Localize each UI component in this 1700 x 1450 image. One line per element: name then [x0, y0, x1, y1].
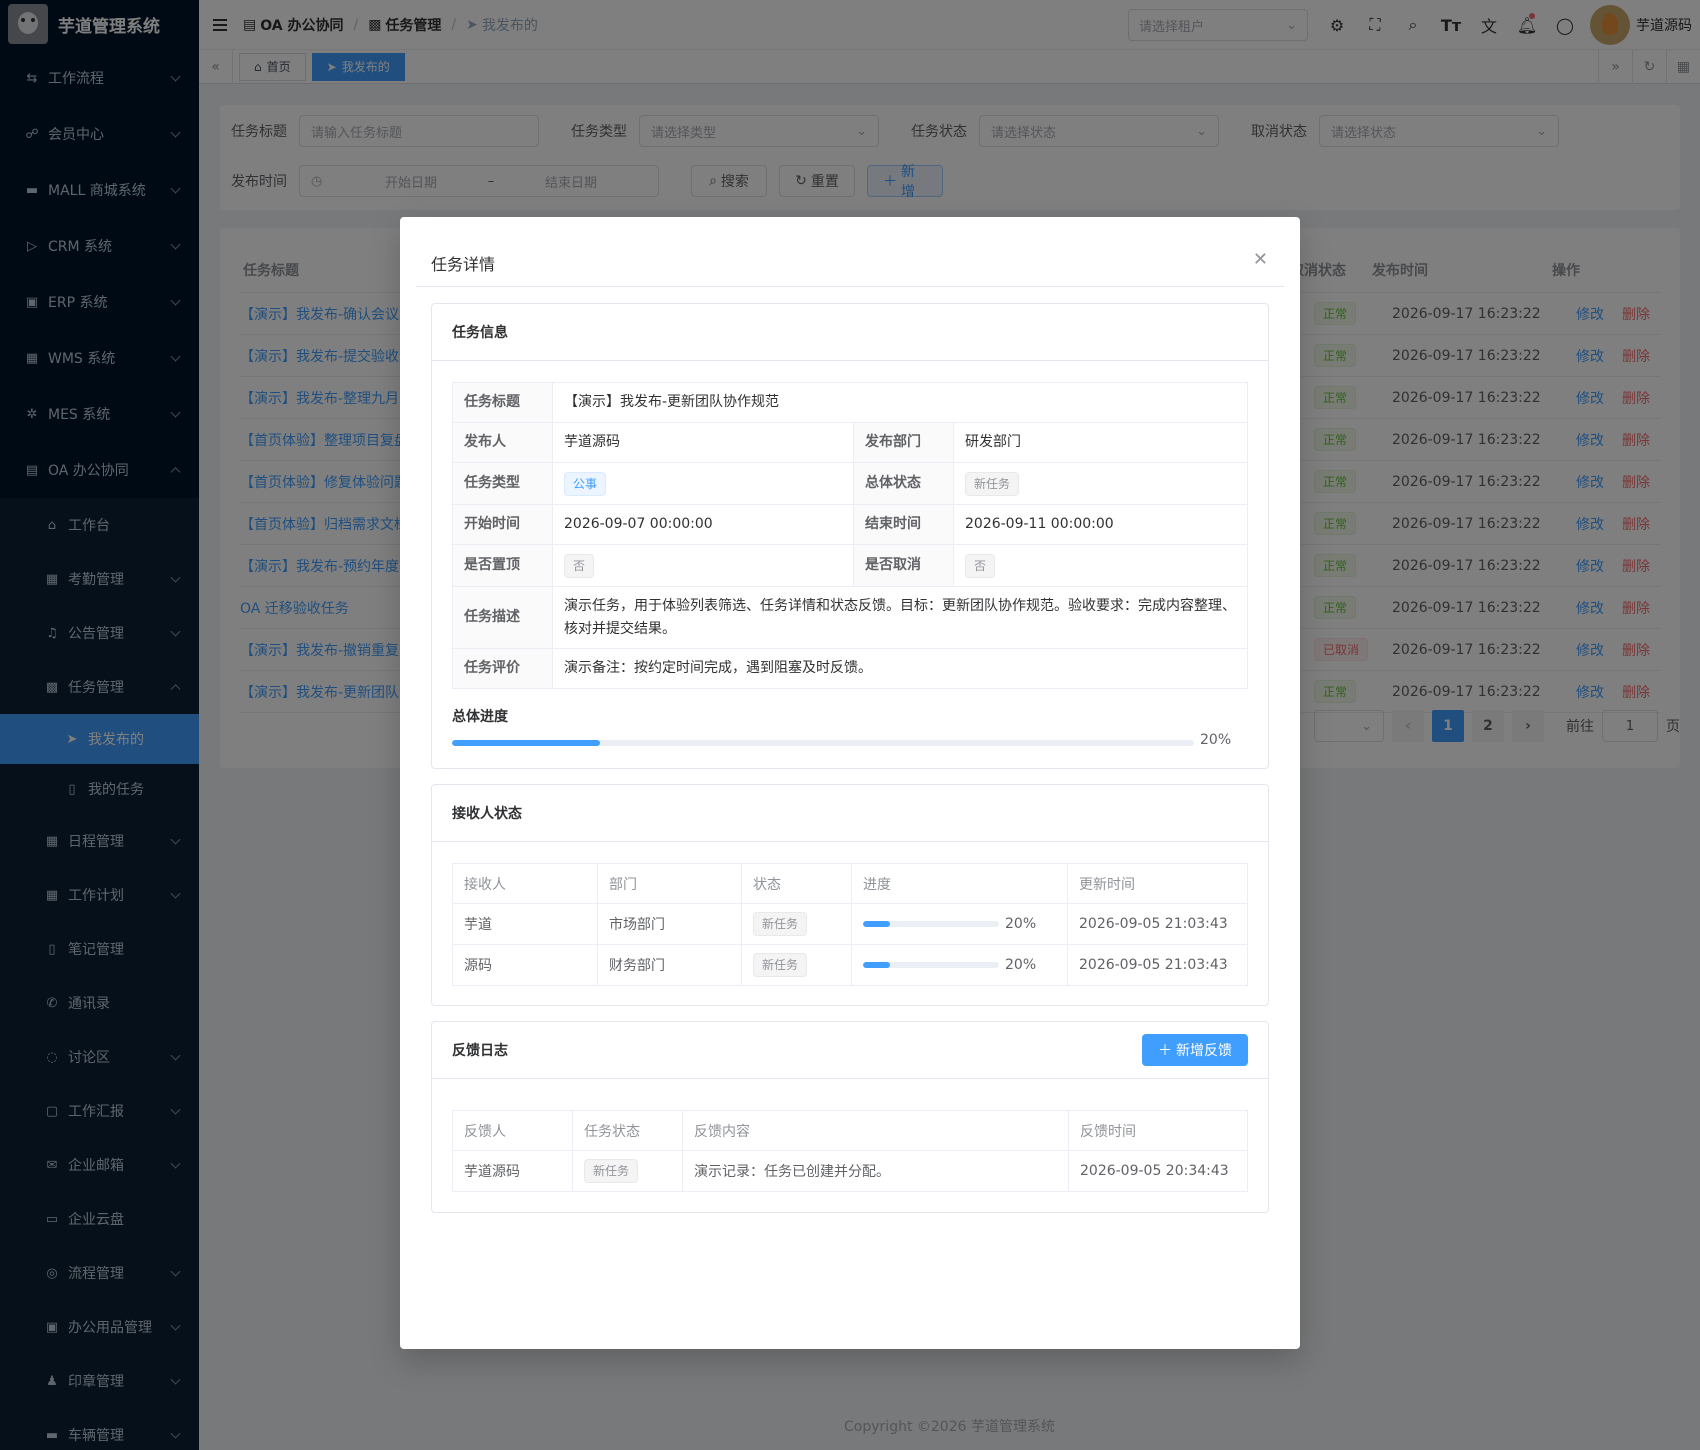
column-header: 接收人	[452, 863, 598, 904]
field-label: 任务评价	[452, 648, 553, 689]
overall-status-tag: 新任务	[965, 471, 1020, 496]
feedback-time: 2026-09-05 20:34:43	[1068, 1150, 1248, 1192]
feedback-content: 演示记录：任务已创建并分配。	[682, 1150, 1069, 1192]
cancelled-tag: 否	[965, 553, 996, 578]
receiver-progress-cell: 20%	[851, 903, 1068, 945]
card-heading: 反馈日志	[452, 1043, 508, 1059]
receiver-progress-bar	[863, 921, 999, 927]
dialog-divider	[416, 286, 1284, 287]
table-row: 芋道 市场部门 新任务 20% 2026-09-05 21:03:43	[452, 903, 1248, 945]
table-row: 芋道源码 新任务 演示记录：任务已创建并分配。 2026-09-05 20:34…	[452, 1150, 1248, 1192]
receiver-dept: 市场部门	[597, 903, 742, 945]
add-feedback-button[interactable]: ＋新增反馈	[1142, 1034, 1248, 1066]
receiver-progress-cell: 20%	[851, 944, 1068, 986]
receivers-card: 接收人状态 接收人 部门 状态 进度 更新时间 芋道 市场部门 新任务 20% …	[431, 784, 1269, 1006]
feedback-person: 芋道源码	[452, 1150, 573, 1192]
receiver-dept: 财务部门	[597, 944, 742, 986]
overall-status-cell: 新任务	[953, 462, 1248, 505]
button-label: 新增反馈	[1176, 1043, 1232, 1059]
close-icon[interactable]: ✕	[1253, 249, 1268, 270]
pinned-tag: 否	[564, 553, 595, 578]
table-row: 源码 财务部门 新任务 20% 2026-09-05 21:03:43	[452, 944, 1248, 986]
feedback-table: 反馈人 任务状态 反馈内容 反馈时间 芋道源码 新任务 演示记录：任务已创建并分…	[452, 1110, 1248, 1192]
receiver-progress-fill	[863, 962, 891, 968]
card-heading: 任务信息	[432, 304, 1268, 361]
feedback-status-cell: 新任务	[572, 1150, 683, 1192]
column-header: 进度	[851, 863, 1068, 904]
overall-progress-bar	[452, 740, 1194, 746]
overall-progress-label: 总体进度	[452, 709, 508, 725]
field-label: 开始时间	[452, 504, 553, 545]
feedback-card: 反馈日志 ＋新增反馈 反馈人 任务状态 反馈内容 反馈时间 芋道源码 新任务 演…	[431, 1021, 1269, 1213]
dialog-title: 任务详情	[431, 255, 496, 274]
task-info-card: 任务信息 任务标题 【演示】我发布-更新团队协作规范 发布人 芋道源码 发布部门…	[431, 303, 1269, 769]
field-label: 任务描述	[452, 586, 553, 649]
task-type-tag: 公事	[564, 471, 607, 496]
evaluation-value: 演示备注：按约定时间完成，遇到阻塞及时反馈。	[552, 648, 1248, 689]
table-header-row: 接收人 部门 状态 进度 更新时间	[452, 863, 1248, 904]
receiver-status-cell: 新任务	[741, 903, 852, 945]
overall-progress-fill	[452, 740, 601, 746]
field-label: 是否置顶	[452, 544, 553, 587]
column-header: 更新时间	[1067, 863, 1248, 904]
receiver-update-time: 2026-09-05 21:03:43	[1067, 903, 1248, 945]
table-header-row: 反馈人 任务状态 反馈内容 反馈时间	[452, 1110, 1248, 1151]
column-header: 任务状态	[572, 1110, 683, 1151]
overall-progress-text: 20%	[1200, 732, 1232, 748]
receiver-progress-fill	[863, 921, 891, 927]
task-detail-dialog: 任务详情 ✕ 任务信息 任务标题 【演示】我发布-更新团队协作规范 发布人 芋道…	[400, 217, 1300, 1349]
column-header: 反馈时间	[1068, 1110, 1248, 1151]
field-label: 发布部门	[853, 422, 954, 463]
description-value: 演示任务，用于体验列表筛选、任务详情和状态反馈。目标：更新团队协作规范。验收要求…	[552, 586, 1248, 649]
cancelled-cell: 否	[953, 544, 1248, 587]
field-label: 是否取消	[853, 544, 954, 587]
column-header: 反馈内容	[682, 1110, 1069, 1151]
status-tag: 新任务	[753, 912, 808, 936]
field-label: 结束时间	[853, 504, 954, 545]
field-label: 发布人	[452, 422, 553, 463]
task-type-cell: 公事	[552, 462, 854, 505]
field-label: 任务类型	[452, 462, 553, 505]
receiver-progress-text: 20%	[1005, 957, 1037, 973]
receiver-name: 芋道	[452, 903, 598, 945]
card-header: 反馈日志 ＋新增反馈	[432, 1022, 1268, 1079]
column-header: 状态	[741, 863, 852, 904]
publisher-value: 芋道源码	[552, 422, 854, 463]
receiver-status-cell: 新任务	[741, 944, 852, 986]
task-title-value: 【演示】我发布-更新团队协作规范	[552, 382, 1248, 423]
field-label: 总体状态	[853, 462, 954, 505]
card-heading: 接收人状态	[432, 785, 1268, 842]
end-time-value: 2026-09-11 00:00:00	[953, 504, 1248, 545]
pinned-cell: 否	[552, 544, 854, 587]
plus-icon: ＋	[1158, 1043, 1172, 1059]
column-header: 反馈人	[452, 1110, 573, 1151]
status-tag: 新任务	[584, 1159, 639, 1183]
task-info-descriptions: 任务标题 【演示】我发布-更新团队协作规范 发布人 芋道源码 发布部门 研发部门…	[452, 382, 1248, 689]
column-header: 部门	[597, 863, 742, 904]
dept-value: 研发部门	[953, 422, 1248, 463]
receivers-table: 接收人 部门 状态 进度 更新时间 芋道 市场部门 新任务 20% 2026-0…	[452, 863, 1248, 986]
field-label: 任务标题	[452, 382, 553, 423]
start-time-value: 2026-09-07 00:00:00	[552, 504, 854, 545]
receiver-name: 源码	[452, 944, 598, 986]
receiver-update-time: 2026-09-05 21:03:43	[1067, 944, 1248, 986]
status-tag: 新任务	[753, 953, 808, 977]
receiver-progress-bar	[863, 962, 999, 968]
receiver-progress-text: 20%	[1005, 916, 1037, 932]
